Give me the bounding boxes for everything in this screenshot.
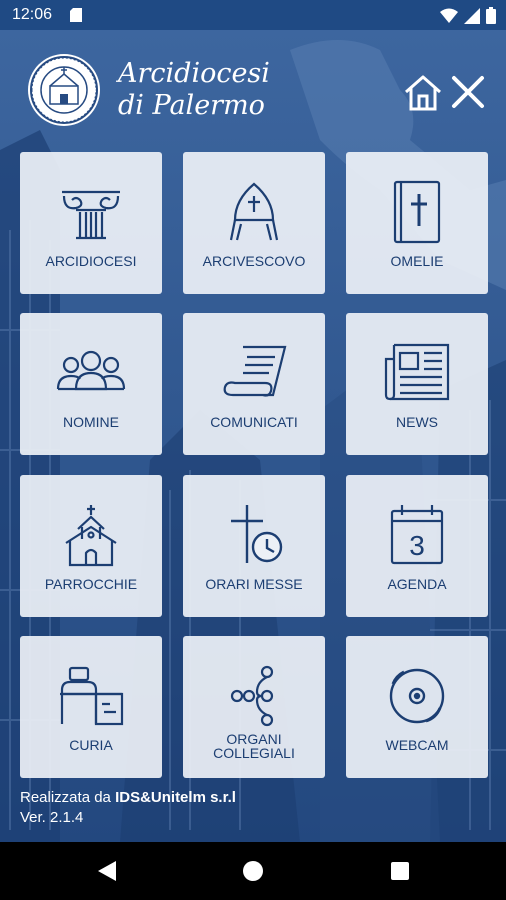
tile-label: NEWS: [396, 414, 438, 430]
app-header: Arcidiocesi di Palermo: [0, 30, 506, 150]
tile-label: ARCIDIOCESI: [45, 253, 137, 269]
credits-prefix: Realizzata da: [20, 789, 116, 806]
wifi-icon: [440, 8, 458, 23]
webcam-icon: [389, 668, 445, 724]
tile-label: OMELIE: [390, 253, 444, 269]
app-content: Arcidiocesi di Palermo ARCIDIOCESI ARCIV…: [0, 30, 506, 842]
mitre-icon: [229, 182, 279, 241]
sd-card-icon: [70, 8, 82, 22]
church-icon: [65, 505, 117, 567]
tile-agenda[interactable]: 3 AGENDA: [346, 475, 488, 617]
version-text: Ver. 2.1.4: [20, 809, 84, 826]
tile-parrocchie[interactable]: PARROCCHIE: [20, 475, 162, 617]
app-title-line1: Arcidiocesi: [118, 58, 270, 89]
tile-nomine[interactable]: NOMINE: [20, 313, 162, 455]
tile-orari-messe[interactable]: ORARI MESSE: [183, 475, 325, 617]
newspaper-icon: [384, 343, 450, 401]
scroll-document-icon: [223, 345, 287, 397]
tile-label: COMUNICATI: [210, 414, 298, 430]
calendar-icon: 3: [390, 505, 444, 565]
app-title: Arcidiocesi di Palermo: [118, 58, 270, 122]
tile-label-line2: COLLEGIALI: [213, 745, 295, 761]
svg-text:3: 3: [409, 530, 425, 561]
home-nav-icon[interactable]: [242, 860, 264, 882]
tile-label: ORARI MESSE: [205, 576, 303, 592]
office-desk-icon: [60, 666, 124, 726]
cross-clock-icon: [231, 505, 283, 563]
tile-label: ORGANI COLLEGIALI: [183, 732, 325, 760]
tile-omelie[interactable]: OMELIE: [346, 152, 488, 294]
tile-label: ARCIVESCOVO: [202, 253, 306, 269]
bible-icon: [393, 180, 441, 244]
tile-label: PARROCCHIE: [44, 576, 138, 592]
system-nav-bar: [0, 842, 506, 900]
credits-text: Realizzata da IDS&Unitelm s.r.l: [20, 788, 236, 808]
tile-label-line1: ORGANI: [226, 731, 282, 747]
status-bar: 12:06: [0, 0, 506, 30]
network-nodes-icon: [230, 665, 274, 727]
tile-news[interactable]: NEWS: [346, 313, 488, 455]
status-time: 12:06: [12, 6, 53, 23]
cellular-signal-icon: [464, 7, 480, 24]
tile-comunicati[interactable]: COMUNICATI: [183, 313, 325, 455]
tile-organi-collegiali[interactable]: ORGANI COLLEGIALI: [183, 636, 325, 778]
credits-company: IDS&Unitelm s.r.l: [115, 789, 236, 806]
tile-arcivescovo[interactable]: ARCIVESCOVO: [183, 152, 325, 294]
tile-arcidiocesi[interactable]: ARCIDIOCESI: [20, 152, 162, 294]
tile-label: WEBCAM: [385, 737, 449, 753]
tile-label: NOMINE: [63, 414, 119, 430]
home-icon[interactable]: [402, 72, 444, 114]
archdiocese-seal-logo: [28, 54, 100, 126]
group-of-people-icon: [56, 350, 126, 391]
app-footer: Realizzata da IDS&Unitelm s.r.l Ver. 2.1…: [20, 788, 236, 828]
tile-webcam[interactable]: WEBCAM: [346, 636, 488, 778]
battery-icon: [486, 7, 496, 24]
close-icon[interactable]: [450, 74, 486, 110]
recents-icon[interactable]: [390, 861, 410, 881]
column-capital-icon: [62, 190, 120, 240]
back-icon[interactable]: [96, 859, 118, 883]
tile-label: AGENDA: [387, 576, 447, 592]
app-title-line2: di Palermo: [118, 90, 265, 121]
tile-curia[interactable]: CURIA: [20, 636, 162, 778]
tile-label: CURIA: [69, 737, 113, 753]
